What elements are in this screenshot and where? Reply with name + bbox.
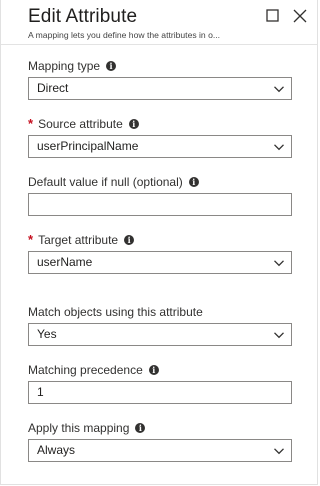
apply-mapping-label-text: Apply this mapping: [28, 421, 130, 435]
panel-title: Edit Attribute: [28, 6, 138, 27]
match-objects-label: Match objects using this attribute: [28, 305, 203, 319]
info-icon[interactable]: i: [124, 234, 135, 245]
required-marker: *: [28, 116, 34, 131]
target-attribute-select[interactable]: userName: [28, 251, 292, 274]
source-attribute-label-text: Source attribute: [38, 116, 123, 131]
info-icon[interactable]: i: [128, 118, 139, 129]
chevron-down-icon: [274, 332, 284, 339]
mapping-type-label-text: Mapping type: [28, 59, 101, 73]
info-icon[interactable]: i: [148, 365, 159, 375]
apply-mapping-label: Apply this mapping i: [28, 421, 146, 435]
source-attribute-select[interactable]: userPrincipalName: [28, 135, 292, 158]
mapping-type-select[interactable]: Direct: [28, 77, 292, 100]
target-attribute-label-text: Target attribute: [38, 232, 119, 247]
chevron-down-icon: [274, 448, 284, 455]
maximize-button[interactable]: [262, 6, 282, 26]
close-button[interactable]: [290, 6, 310, 26]
apply-mapping-value: Always: [37, 443, 76, 457]
panel-subtitle: A mapping lets you define how the attrib…: [28, 30, 221, 40]
mapping-type-label: Mapping type i: [28, 59, 117, 73]
info-icon[interactable]: i: [106, 61, 117, 71]
chevron-down-icon: [274, 86, 284, 93]
apply-mapping-select[interactable]: Always: [28, 439, 292, 462]
required-marker: *: [28, 232, 34, 247]
matching-precedence-label-text: Matching precedence: [28, 363, 143, 377]
matching-precedence-label: Matching precedence i: [28, 363, 159, 377]
edit-attribute-panel: Edit Attribute A mapping lets you define…: [0, 0, 318, 485]
info-icon[interactable]: i: [135, 423, 146, 433]
target-attribute-label: * Target attribute i: [28, 232, 135, 247]
info-icon[interactable]: i: [188, 177, 199, 187]
source-attribute-value: userPrincipalName: [37, 139, 139, 153]
matching-precedence-input[interactable]: 1: [28, 381, 292, 404]
matching-precedence-value: 1: [37, 385, 44, 399]
chevron-down-icon: [274, 260, 284, 267]
panel-header: Edit Attribute A mapping lets you define…: [1, 0, 317, 45]
close-icon: [293, 9, 307, 23]
default-value-label-text: Default value if null (optional): [28, 175, 183, 189]
maximize-icon: [266, 9, 279, 22]
source-attribute-label: * Source attribute i: [28, 116, 139, 131]
match-objects-value: Yes: [37, 327, 57, 341]
target-attribute-value: userName: [37, 255, 93, 269]
match-objects-select[interactable]: Yes: [28, 323, 292, 346]
chevron-down-icon: [274, 144, 284, 151]
default-value-input[interactable]: [28, 193, 292, 216]
match-objects-label-text: Match objects using this attribute: [28, 305, 203, 319]
mapping-type-value: Direct: [37, 81, 69, 95]
default-value-label: Default value if null (optional) i: [28, 175, 199, 189]
